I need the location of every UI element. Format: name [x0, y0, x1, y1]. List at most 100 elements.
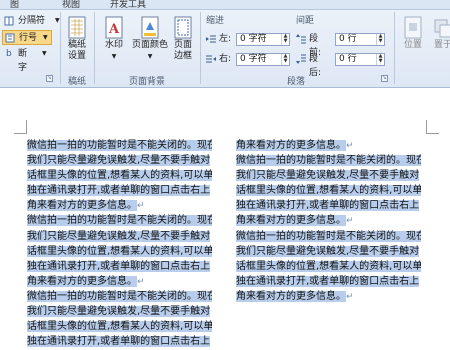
text-line: 独在通讯录打开,或者单聊的窗口点击右上: [27, 183, 212, 198]
text-line: 独在通讯录打开,或者单聊的窗口点击右上: [236, 198, 421, 213]
watermark-button[interactable]: A 水印 ▼: [98, 14, 130, 70]
indent-title: 缩进: [206, 16, 225, 26]
spacing-before-input[interactable]: 0 行 ▲ ▼: [335, 33, 385, 46]
spinner-arrows-icon[interactable]: ▲ ▼: [376, 54, 384, 65]
indent-right-input[interactable]: 0 字符 ▲ ▼: [236, 53, 290, 66]
page-color-icon: [139, 16, 161, 40]
spinner-arrows-icon[interactable]: ▲ ▼: [376, 34, 384, 45]
watermark-label: 水印: [104, 40, 123, 50]
page-setup-launcher-icon[interactable]: ↘: [46, 75, 53, 82]
spacing-after-icon: [296, 54, 306, 64]
selected-text: 话框里头像的位置,想看某人的资料,可以单: [236, 260, 421, 272]
selected-text: 角来看对方的更多信息。: [236, 140, 346, 151]
paragraph-launcher-icon[interactable]: ↘: [381, 75, 388, 82]
text-line: 微信拍一拍的功能暂时是不能关闭的。现在: [27, 213, 212, 228]
text-line: 话框里头像的位置,想看某人的资料,可以单: [236, 183, 421, 198]
text-line: 独在通讯录打开,或者单聊的窗口点击右上: [27, 259, 212, 274]
paragraph-group-label: 段落: [286, 77, 305, 87]
selected-text: 角来看对方的更多信息。: [27, 275, 137, 287]
spacing-before-value: 0 行: [339, 34, 357, 44]
svg-text:A: A: [108, 22, 120, 37]
ribbon: 图 视图 开发工具 分隔符 ▼ 行号 ▼ b 断字 ▼ ↘ 稿纸 设置 稿纸 A…: [0, 0, 450, 88]
tab-partial[interactable]: 图: [10, 0, 19, 10]
paragraph-mark-icon: ↵: [137, 201, 145, 212]
selected-text: 微信拍一拍的功能暂时是不能关闭的。现在: [27, 290, 212, 302]
text-line: 微信拍一拍的功能暂时是不能关闭的。现在: [236, 229, 421, 244]
indent-left-input[interactable]: 0 字符 ▲ ▼: [236, 33, 290, 46]
text-line: 角来看对方的更多信息。↵: [27, 198, 212, 213]
selected-text: 微信拍一拍的功能暂时是不能关闭的。现在: [236, 155, 421, 167]
selected-text: 我们只能尽量避免误触发,尽量不要手触对: [236, 245, 420, 257]
selected-text: 独在通讯录打开,或者单聊的窗口点击右上: [27, 336, 211, 348]
selected-text: 微信拍一拍的功能暂时是不能关闭的。现在: [27, 215, 212, 227]
text-line: 角来看对方的更多信息。↵: [236, 138, 421, 153]
text-line: 话框里头像的位置,想看某人的资料,可以单: [236, 259, 421, 274]
spinner-arrows-icon[interactable]: ▲ ▼: [281, 34, 289, 45]
top-left-margin-mark: [26, 120, 27, 134]
line-numbers-button[interactable]: 行号 ▼: [2, 30, 52, 45]
paragraph-mark-icon: ↵: [137, 276, 145, 287]
bring-to-front-icon: [432, 16, 450, 40]
top-right-margin-mark: [426, 133, 439, 134]
tab-developer[interactable]: 开发工具: [110, 0, 146, 10]
selected-text: 话框里头像的位置,想看某人的资料,可以单: [27, 321, 212, 333]
text-line: 话框里头像的位置,想看某人的资料,可以单: [27, 319, 212, 334]
columns-icon: [4, 16, 14, 26]
selected-text: 独在通讯录打开,或者单聊的窗口点击右上: [27, 260, 211, 272]
text-line: 角来看对方的更多信息。↵: [236, 213, 421, 228]
spinner-arrows-icon[interactable]: ▲ ▼: [281, 54, 289, 65]
text-line: 我们只能尽量避免误触发,尽量不要手触对: [236, 244, 421, 259]
position-icon: [402, 16, 424, 40]
hyphenation-label: 断字: [18, 49, 28, 73]
line-numbers-label: 行号: [19, 33, 38, 43]
text-line: 我们只能尽量避免误触发,尽量不要手触对: [27, 229, 212, 244]
indent-right-icon: [206, 55, 216, 63]
line-numbers-icon: [5, 33, 15, 43]
selected-text: 我们只能尽量避免误触发,尽量不要手触对: [27, 155, 211, 167]
chevron-down-icon: ▼: [147, 53, 153, 60]
bring-to-front-label: 置于: [433, 40, 450, 50]
selected-text: 角来看对方的更多信息。: [236, 215, 346, 227]
text-line: 角来看对方的更多信息。↵: [236, 289, 421, 304]
position-button[interactable]: 位置: [400, 14, 426, 70]
indent-right-label: 右:: [219, 54, 232, 64]
text-line: 话框里头像的位置,想看某人的资料,可以单: [27, 244, 212, 259]
page-color-button[interactable]: 页面颜色 ▼: [131, 14, 169, 70]
paragraph-mark-icon: ↵: [346, 141, 354, 151]
bring-to-front-button[interactable]: 置于: [430, 14, 450, 70]
text-line: 角来看对方的更多信息。↵: [27, 274, 212, 289]
chevron-down-icon: ▼: [111, 53, 117, 60]
text-column-right[interactable]: 角来看对方的更多信息。↵ 微信拍一拍的功能暂时是不能关闭的。现在 我们只能尽量避免误…: [236, 138, 421, 304]
spacing-after-value: 0 行: [339, 54, 357, 64]
group-separator: [394, 12, 395, 84]
tab-view[interactable]: 视图: [62, 0, 80, 10]
paper-settings-button[interactable]: 稿纸 设置: [63, 14, 91, 70]
paper-settings-line-1: 稿纸: [67, 40, 86, 50]
paper-group-label: 稿纸: [67, 77, 86, 87]
selected-text: 独在通讯录打开,或者单聊的窗口点击右上: [236, 275, 420, 287]
selected-text: 独在通讯录打开,或者单聊的窗口点击右上: [27, 185, 211, 197]
page-borders-icon: [172, 16, 194, 40]
text-line: 微信拍一拍的功能暂时是不能关闭的。现在: [27, 138, 212, 153]
text-line: 微信拍一拍的功能暂时是不能关闭的。现在: [236, 153, 421, 168]
indent-left-icon: [206, 35, 216, 43]
selected-text: 角来看对方的更多信息。: [236, 290, 346, 302]
paragraph-mark-icon: ↵: [346, 216, 354, 227]
text-line: 我们只能尽量避免误触发,尽量不要手触对: [27, 153, 212, 168]
page-borders-button[interactable]: 页面 边框: [170, 14, 196, 70]
text-line: 我们只能尽量避免误触发,尽量不要手触对: [27, 304, 212, 319]
selected-text: 话框里头像的位置,想看某人的资料,可以单: [27, 245, 212, 257]
indent-left-value: 0 字符: [240, 34, 267, 44]
hyphenation-icon: b: [6, 49, 12, 59]
page-color-label: 页面颜色: [131, 40, 168, 50]
selected-text: 角来看对方的更多信息。: [27, 200, 137, 212]
selected-text: 话框里头像的位置,想看某人的资料,可以单: [27, 170, 212, 182]
selected-text: 独在通讯录打开,或者单聊的窗口点击右上: [236, 200, 420, 212]
page-background-group-label: 页面背景: [128, 77, 165, 87]
spacing-after-input[interactable]: 0 行 ▲ ▼: [335, 53, 385, 66]
top-left-margin-mark: [14, 133, 27, 134]
text-column-left[interactable]: 微信拍一拍的功能暂时是不能关闭的。现在 我们只能尽量避免误触发,尽量不要手触对 话框…: [27, 138, 212, 350]
selected-text: 微信拍一拍的功能暂时是不能关闭的。现在: [27, 140, 212, 151]
text-line: 独在通讯录打开,或者单聊的窗口点击右上: [236, 274, 421, 289]
selected-text: 微信拍一拍的功能暂时是不能关闭的。现在: [236, 230, 421, 242]
